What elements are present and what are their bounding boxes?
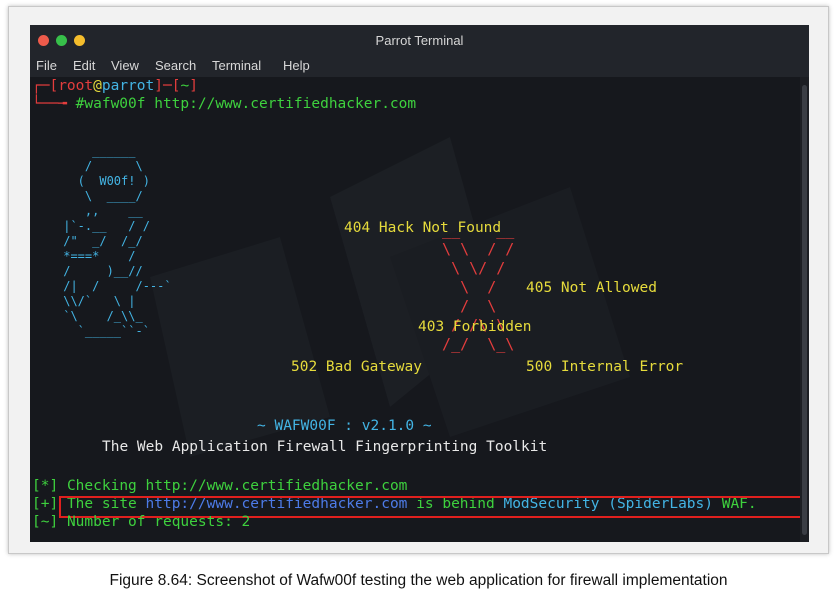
prompt-arrow: └──╼ <box>32 96 76 112</box>
label-403: 403 Forbidden <box>418 319 532 335</box>
label-404: 404 Hack Not Found <box>344 220 502 236</box>
terminal-area[interactable]: ┌─[root@parrot]─[~] └──╼ #wafw00f http:/… <box>30 77 809 542</box>
label-405: 405 Not Allowed <box>526 280 657 296</box>
checking-tag: [*] <box>32 478 59 494</box>
scrollbar-thumb[interactable] <box>802 85 807 535</box>
label-500: 500 Internal Error <box>526 359 684 375</box>
prompt-at: @ <box>93 78 102 94</box>
menu-bar: File Edit View Search Terminal Help <box>30 55 809 77</box>
requests-tag: [~] <box>32 514 59 530</box>
command-line: └──╼ #wafw00f http://www.certifiedhacker… <box>32 95 416 113</box>
prompt-user: root <box>58 78 94 94</box>
prompt-close: ] <box>189 78 198 94</box>
requests-text: Number of requests: 2 <box>66 514 251 530</box>
figure-caption: Figure 8.64: Screenshot of Wafw00f testi… <box>109 572 728 589</box>
checking-line: [*] Checking http://www.certifiedhacker.… <box>32 477 407 495</box>
prompt-mid: ]─[ <box>154 78 181 94</box>
result-tag: [+] <box>32 496 59 512</box>
prompt-line: ┌─[root@parrot]─[~] <box>32 77 198 95</box>
label-502: 502 Bad Gateway <box>291 359 422 375</box>
window-title: Parrot Terminal <box>375 33 464 48</box>
menu-terminal[interactable]: Terminal <box>212 58 261 73</box>
version-banner: ~ WAFW00F : v2.1.0 ~ <box>257 418 432 434</box>
tagline: The Web Application Firewall Fingerprint… <box>102 439 548 455</box>
command-text: #wafw00f http://www.certifiedhacker.com <box>75 96 417 112</box>
terminal-window: Parrot Terminal File Edit View Search Te… <box>30 25 809 542</box>
prompt-dir: ~ <box>180 78 190 94</box>
menu-search[interactable]: Search <box>155 58 196 73</box>
menu-help[interactable]: Help <box>283 58 310 73</box>
menu-view[interactable]: View <box>111 58 139 73</box>
scrollbar[interactable] <box>800 77 809 542</box>
title-bar: Parrot Terminal <box>30 25 809 55</box>
menu-file[interactable]: File <box>36 58 57 73</box>
checking-text: Checking http://www.certifiedhacker.com <box>66 478 408 494</box>
wafw00f-dog-ascii: ______ / \ ( W00f! ) \ ____/ ,, __ |`-._… <box>63 144 172 338</box>
requests-line: [~] Number of requests: 2 <box>32 513 250 531</box>
menu-edit[interactable]: Edit <box>73 58 95 73</box>
prompt-host: parrot <box>101 78 155 94</box>
prompt-open: ┌─[ <box>32 78 59 94</box>
